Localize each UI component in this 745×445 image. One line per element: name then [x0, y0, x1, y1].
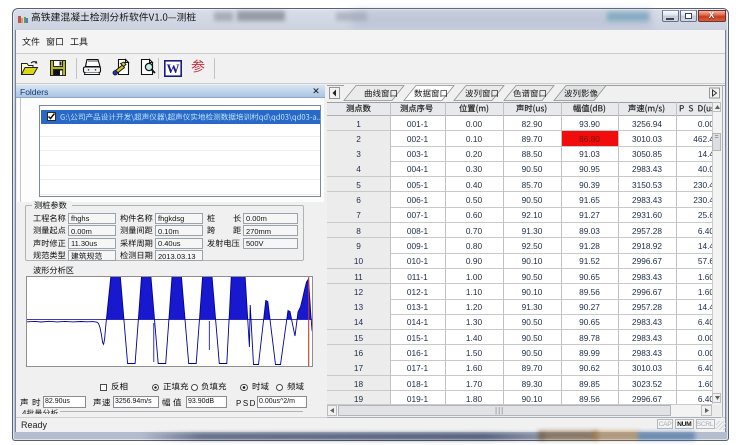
svg-text:W: W	[167, 61, 180, 76]
